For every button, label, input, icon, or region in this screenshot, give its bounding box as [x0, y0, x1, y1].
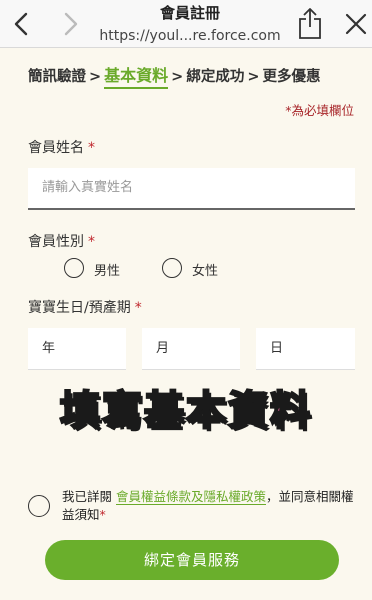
member-gender-label: 會員性別 *: [28, 231, 95, 251]
browser-toolbar: 會員註冊 https://youl...re.force.com: [0, 0, 372, 48]
gender-male-label[interactable]: 男性: [94, 260, 120, 279]
bind-member-service-button[interactable]: 綁定會員服務: [45, 540, 339, 580]
step-more-offers: 更多優惠: [262, 69, 321, 85]
step-sms-verify: 簡訊驗證: [28, 69, 86, 85]
birth-year-select[interactable]: 年: [28, 328, 126, 370]
birth-month-select[interactable]: 月: [142, 328, 240, 370]
step-bind-success: 綁定成功: [186, 69, 245, 85]
browser-title-block: 會員註冊 https://youl...re.force.com: [95, 3, 285, 46]
agree-terms-radio[interactable]: [28, 495, 50, 517]
step-separator: >: [247, 69, 260, 85]
gender-male-radio[interactable]: [64, 258, 84, 278]
required-star: *: [134, 300, 142, 316]
baby-birthday-label: 寶寶生日/預產期 *: [28, 297, 142, 317]
close-icon[interactable]: [342, 10, 370, 38]
agreement-text: 我已詳閱 會員權益條款及隱私權政策，並同意相關權益須知*: [62, 488, 357, 524]
required-star: *: [88, 234, 95, 250]
registration-steps: 簡訊驗證 > 基本資料 > 綁定成功 > 更多優惠: [28, 62, 368, 89]
required-star: *: [99, 507, 106, 522]
member-name-label: 會員姓名 *: [28, 137, 95, 157]
step-separator: >: [89, 69, 102, 85]
member-name-label-text: 會員姓名: [28, 140, 84, 156]
required-star: *: [88, 140, 95, 156]
overlay-caption: 填寫基本資料: [59, 387, 312, 436]
back-arrow-icon[interactable]: [8, 10, 36, 38]
step-basic-info: 基本資料: [104, 62, 169, 89]
terms-privacy-link[interactable]: 會員權益條款及隱私權政策: [116, 489, 267, 505]
gender-female-label[interactable]: 女性: [192, 260, 218, 279]
url-text[interactable]: https://youl...re.force.com: [95, 26, 285, 46]
baby-birthday-label-text: 寶寶生日/預產期: [28, 300, 131, 316]
member-name-input[interactable]: 請輸入真實姓名: [28, 168, 355, 210]
forward-arrow-icon[interactable]: [56, 10, 84, 38]
window-title: 會員註冊: [159, 4, 220, 22]
birth-day-select[interactable]: 日: [256, 328, 355, 370]
member-gender-label-text: 會員性別: [28, 234, 84, 250]
required-fields-note: *為必填欄位: [285, 103, 354, 118]
step-separator: >: [171, 69, 184, 85]
agreement-prefix: 我已詳閱: [62, 489, 113, 504]
gender-female-radio[interactable]: [162, 258, 182, 278]
share-icon[interactable]: [296, 6, 324, 40]
